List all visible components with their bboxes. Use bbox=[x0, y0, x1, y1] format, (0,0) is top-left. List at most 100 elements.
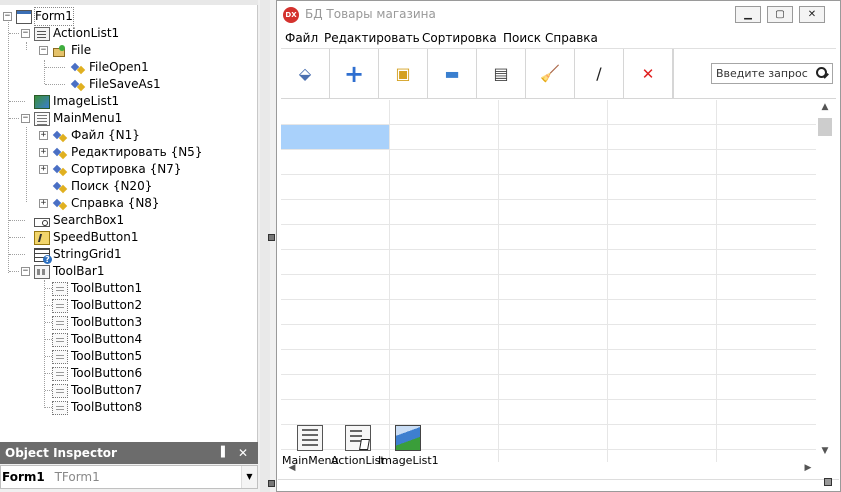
grid-cell[interactable] bbox=[499, 325, 608, 350]
grid-cell[interactable] bbox=[281, 375, 390, 400]
toolbar-button[interactable]: ⬙ bbox=[281, 49, 330, 99]
grid-cell[interactable] bbox=[390, 375, 499, 400]
menu-edit[interactable]: Редактировать bbox=[324, 31, 420, 45]
tree-node-imagelist1[interactable]: ImageList1 bbox=[34, 93, 119, 110]
grid-cell[interactable] bbox=[499, 450, 608, 462]
grid-cell[interactable] bbox=[717, 275, 818, 300]
grid-cell[interactable] bbox=[608, 150, 717, 175]
grid-cell[interactable] bbox=[390, 125, 499, 150]
search-input[interactable]: Введите запрос bbox=[711, 63, 833, 84]
grid-cell[interactable] bbox=[717, 425, 818, 450]
grid-cell[interactable] bbox=[499, 300, 608, 325]
collapse-toggle[interactable]: − bbox=[3, 12, 12, 21]
tree-node-actionlist1[interactable]: ActionList1 bbox=[34, 25, 119, 42]
resize-handle[interactable] bbox=[268, 234, 275, 241]
grid-cell[interactable] bbox=[390, 250, 499, 275]
grid-cell[interactable] bbox=[390, 100, 499, 125]
chevron-down-icon[interactable]: ▼ bbox=[816, 446, 834, 456]
tree-node-toolbutton[interactable]: ToolButton7 bbox=[45, 382, 142, 399]
panel-splitter[interactable] bbox=[260, 0, 275, 492]
tree-node-toolbutton[interactable]: ToolButton8 bbox=[45, 399, 142, 416]
minimize-button[interactable]: ▁ bbox=[735, 6, 761, 23]
grid-cell[interactable] bbox=[281, 300, 390, 325]
grid-cell[interactable] bbox=[608, 400, 717, 425]
tree-node-stringgrid1[interactable]: StringGrid1 bbox=[34, 246, 122, 264]
grid-cell[interactable] bbox=[717, 175, 818, 200]
expand-toggle[interactable]: + bbox=[39, 165, 48, 174]
grid-cell[interactable] bbox=[499, 375, 608, 400]
close-button[interactable]: ✕ bbox=[799, 6, 825, 23]
toolbar-button[interactable]: / bbox=[575, 49, 624, 99]
grid-cell[interactable] bbox=[717, 325, 818, 350]
grid-cell[interactable] bbox=[608, 250, 717, 275]
grid-cell[interactable] bbox=[281, 275, 390, 300]
tree-node-menu-file[interactable]: Файл {N1} bbox=[52, 127, 140, 144]
grid-cell[interactable] bbox=[390, 275, 499, 300]
grid-cell[interactable] bbox=[281, 100, 390, 125]
expand-toggle[interactable]: + bbox=[39, 131, 48, 140]
chevron-right-icon[interactable]: ▶ bbox=[799, 463, 817, 473]
grid-cell[interactable] bbox=[717, 350, 818, 375]
grid-cell[interactable] bbox=[608, 175, 717, 200]
menu-search[interactable]: Поиск bbox=[503, 31, 541, 45]
grid-cell[interactable] bbox=[608, 425, 717, 450]
grid-cell[interactable] bbox=[499, 250, 608, 275]
grid-cell[interactable] bbox=[281, 225, 390, 250]
collapse-toggle[interactable]: − bbox=[21, 29, 30, 38]
menu-sort[interactable]: Сортировка bbox=[422, 31, 497, 45]
resize-handle[interactable] bbox=[824, 478, 832, 486]
grid-cell[interactable] bbox=[390, 225, 499, 250]
tree-node-toolbutton[interactable]: ToolButton2 bbox=[45, 297, 142, 314]
tree-node-menu-help[interactable]: Справка {N8} bbox=[52, 195, 160, 212]
tree-node-toolbar1[interactable]: ToolBar1 bbox=[34, 263, 104, 280]
grid-cell[interactable] bbox=[281, 350, 390, 375]
tree-node-toolbutton[interactable]: ToolButton6 bbox=[45, 365, 142, 382]
grid-cell[interactable] bbox=[608, 300, 717, 325]
close-icon[interactable]: ✕ bbox=[238, 442, 248, 464]
grid-cell[interactable] bbox=[608, 125, 717, 150]
expand-toggle[interactable]: + bbox=[39, 199, 48, 208]
grid-cell[interactable] bbox=[499, 150, 608, 175]
tree-node-menu-sort[interactable]: Сортировка {N7} bbox=[52, 161, 181, 178]
grid-cell[interactable] bbox=[281, 150, 390, 175]
grid-cell[interactable] bbox=[717, 375, 818, 400]
tree-node-filesaveas1[interactable]: FileSaveAs1 bbox=[70, 76, 161, 93]
tree-node-menu-search[interactable]: Поиск {N20} bbox=[52, 178, 152, 195]
grid-cell[interactable] bbox=[390, 400, 499, 425]
designer-form-window[interactable]: DX БД Товары магазина ▁ ▢ ✕ Файл Редакти… bbox=[276, 0, 841, 492]
grid-cell[interactable] bbox=[390, 325, 499, 350]
collapse-toggle[interactable]: − bbox=[21, 114, 30, 123]
tree-node-toolbutton[interactable]: ToolButton5 bbox=[45, 348, 142, 365]
menu-help[interactable]: Справка bbox=[545, 31, 598, 45]
grid-cell[interactable] bbox=[390, 175, 499, 200]
grid-cell[interactable] bbox=[281, 325, 390, 350]
grid-cell[interactable] bbox=[608, 225, 717, 250]
string-grid[interactable] bbox=[281, 100, 818, 462]
grid-cell[interactable] bbox=[281, 175, 390, 200]
tree-node-mainmenu1[interactable]: MainMenu1 bbox=[34, 110, 122, 127]
tree-node-speedbutton1[interactable]: SpeedButton1 bbox=[34, 229, 138, 246]
grid-cell[interactable] bbox=[499, 100, 608, 125]
grid-cell[interactable] bbox=[390, 150, 499, 175]
grid-cell[interactable] bbox=[717, 125, 818, 150]
pin-icon[interactable]: ▌ bbox=[221, 442, 229, 464]
grid-cell[interactable] bbox=[281, 400, 390, 425]
grid-cell[interactable] bbox=[499, 400, 608, 425]
grid-cell[interactable] bbox=[717, 250, 818, 275]
resize-handle[interactable] bbox=[268, 480, 275, 487]
toolbar-button[interactable]: + bbox=[330, 49, 379, 99]
tree-node-searchbox1[interactable]: SearchBox1 bbox=[34, 212, 124, 229]
search-icon[interactable] bbox=[816, 67, 827, 78]
grid-cell[interactable] bbox=[717, 300, 818, 325]
tree-node-menu-edit[interactable]: Редактировать {N5} bbox=[52, 144, 202, 161]
grid-cell[interactable] bbox=[390, 350, 499, 375]
grid-cell[interactable] bbox=[390, 200, 499, 225]
tree-node-form1[interactable]: Form1 bbox=[16, 7, 74, 26]
chevron-up-icon[interactable]: ▲ bbox=[816, 102, 834, 112]
grid-cell[interactable] bbox=[608, 350, 717, 375]
tree-node-toolbutton[interactable]: ToolButton1 bbox=[45, 280, 142, 297]
main-menu-icon[interactable] bbox=[297, 425, 323, 451]
grid-cell[interactable] bbox=[608, 450, 717, 462]
toolbar-button[interactable]: ▤ bbox=[477, 49, 526, 99]
grid-cell[interactable] bbox=[717, 450, 818, 462]
